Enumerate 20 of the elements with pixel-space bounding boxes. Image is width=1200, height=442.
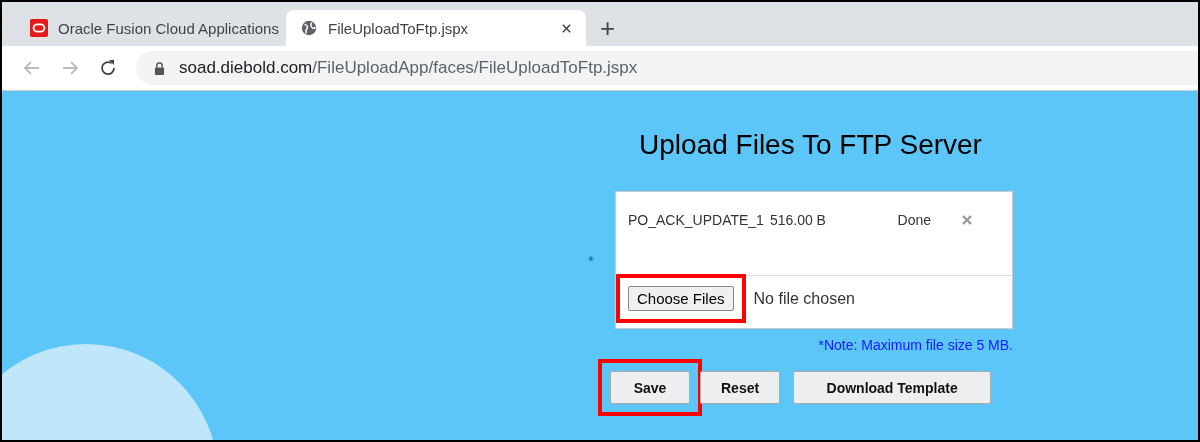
form-button[interactable]: Save	[610, 371, 690, 404]
lock-icon	[154, 61, 165, 75]
address-field[interactable]: soad.diebold.com/FileUploadApp/faces/FileUploadToFtp.jspx	[136, 51, 1198, 85]
file-status: No file chosen	[753, 289, 855, 308]
file-size-note: *Note: Maximum file size 5 MB.	[817, 337, 1013, 353]
new-tab-button[interactable]: +	[586, 10, 630, 46]
required-mark: *	[588, 251, 595, 269]
page-title: Upload Files To FTP Server	[638, 129, 983, 162]
upload-status: Done	[897, 212, 931, 228]
file-name: PO_ACK_UPDATE_1	[628, 212, 764, 228]
reload-icon[interactable]	[98, 58, 118, 78]
form-button[interactable]: Download Template	[793, 371, 992, 404]
form-button[interactable]: Reset	[700, 371, 781, 404]
app-logo-icon	[30, 19, 48, 37]
file-size: 516.00 B	[769, 212, 827, 228]
choose-files-button[interactable]: Choose Files	[628, 286, 734, 311]
browser-tab[interactable]: FileUploadToFtp.jspx	[286, 10, 586, 46]
close-icon[interactable]	[561, 22, 572, 34]
remove-icon[interactable]	[961, 214, 973, 226]
globe-icon	[300, 19, 318, 37]
